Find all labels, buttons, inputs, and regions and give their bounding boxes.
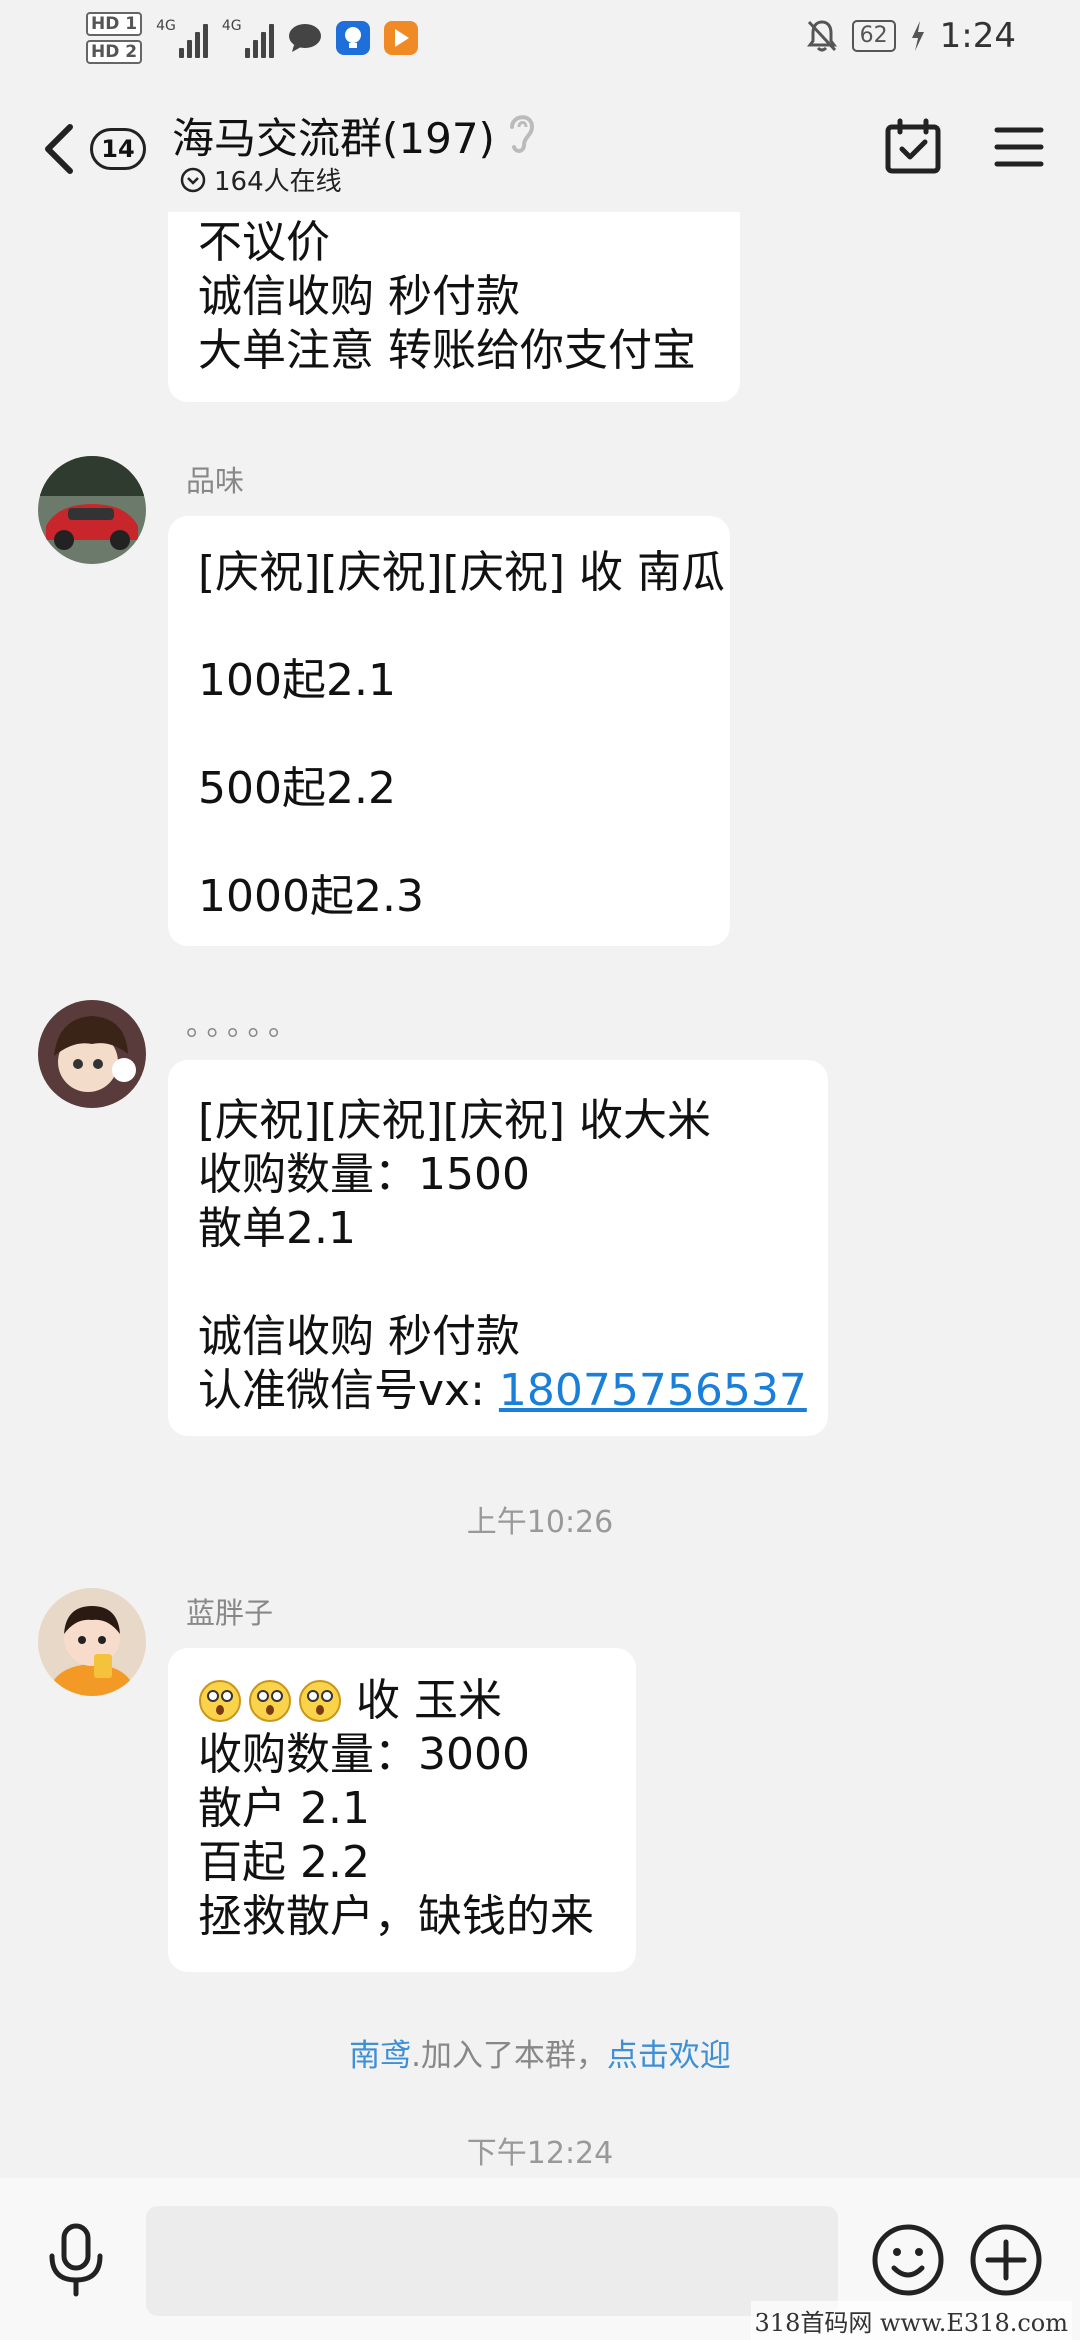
message-line: 诚信收购 秒付款 xyxy=(198,1311,520,1362)
message-line: 散户 2.1 xyxy=(198,1783,370,1834)
message-line: 大单注意 转账给你支付宝 xyxy=(198,325,696,376)
message-text: 收 玉米 xyxy=(356,1675,502,1726)
status-right: 62 1:24 xyxy=(806,16,1016,56)
message-line: [庆祝][庆祝][庆祝] 收 南瓜 xyxy=(198,547,725,598)
mute-bell-icon xyxy=(806,20,837,52)
message-line: 500起2.2 xyxy=(198,763,396,814)
time-label: 下午12:24 xyxy=(466,2136,614,2171)
charging-icon xyxy=(911,21,924,51)
welcome-link[interactable]: 点击欢迎 xyxy=(607,2038,731,2074)
message-bubble[interactable]: [庆祝][庆祝][庆祝] 收 南瓜 100起2.1 500起2.2 1000起2… xyxy=(168,516,730,946)
message-line: 100起2.1 xyxy=(198,655,396,706)
message-bubble[interactable]: [庆祝][庆祝][庆祝] 收大米 收购数量：1500 散单2.1 诚信收购 秒付… xyxy=(168,1060,828,1436)
surprised-emoji-icon xyxy=(199,1680,241,1722)
clock: 1:24 xyxy=(939,16,1016,56)
bulb-app-icon xyxy=(335,21,370,55)
network-type-2: 4G xyxy=(221,18,242,34)
status-bar: HD 1 HD 2 4G 4G 62 1:24 xyxy=(0,0,1080,80)
message-bubble[interactable]: 不议价 诚信收购 秒付款 大单注意 转账给你支付宝 xyxy=(168,212,740,402)
avatar[interactable] xyxy=(38,456,146,564)
signal-icon-2: 4G xyxy=(222,18,274,58)
avatar[interactable] xyxy=(38,1000,146,1108)
status-left: HD 1 HD 2 4G 4G xyxy=(86,12,418,64)
message-line: 1000起2.3 xyxy=(198,871,424,922)
sender-name: 。。。。。 xyxy=(186,1008,304,1042)
group-title[interactable]: 海马交流群(197) xyxy=(172,105,495,166)
microphone-icon[interactable] xyxy=(44,2222,108,2298)
message-line: 拯救散户，缺钱的来 xyxy=(198,1891,594,1942)
sender-name: 蓝胖子 xyxy=(186,1596,274,1630)
battery-level: 62 xyxy=(851,20,896,52)
network-type-1: 4G xyxy=(156,18,176,34)
message-line: 收购数量：3000 xyxy=(198,1729,530,1780)
ear-icon[interactable] xyxy=(502,107,542,157)
unread-count-badge[interactable]: 14 xyxy=(90,128,146,170)
online-status[interactable]: 164人在线 xyxy=(180,161,342,198)
avatar[interactable] xyxy=(38,1588,146,1696)
back-arrow-icon[interactable] xyxy=(36,119,80,179)
message-line: 不议价 xyxy=(198,217,330,268)
surprised-emoji-icon xyxy=(249,1680,291,1722)
message-bubble[interactable]: 收 玉米 收购数量：3000 散户 2.1 百起 2.2 拯救散户，缺钱的来 xyxy=(168,1648,636,1972)
plus-icon[interactable] xyxy=(968,2222,1044,2298)
system-join-message: 南鸢.加入了本群，点击欢迎 xyxy=(0,2030,1080,2075)
surprised-emoji-icon xyxy=(299,1680,341,1722)
online-count: 164人在线 xyxy=(214,167,342,197)
menu-icon[interactable] xyxy=(994,125,1044,169)
message-line: 百起 2.2 xyxy=(198,1837,370,1888)
signal-icon-1: 4G xyxy=(156,18,208,58)
chevron-down-circle-icon xyxy=(180,167,206,192)
hd-indicators: HD 1 HD 2 xyxy=(86,12,143,64)
chat-header: 14 海马交流群(197) 164人在线 xyxy=(0,85,1080,210)
message-line: 散单2.1 xyxy=(198,1203,356,1254)
message-input[interactable] xyxy=(146,2206,838,2316)
message-text: 认准微信号vx: xyxy=(198,1365,499,1416)
system-text: .加入了本群， xyxy=(411,2038,607,2074)
member-name-link[interactable]: 南鸢 xyxy=(349,2038,411,2074)
input-bar: 318首码网 www.E318.com xyxy=(0,2178,1080,2340)
hd2-badge: HD 2 xyxy=(86,40,143,64)
phone-number-link[interactable]: 18075756537 xyxy=(499,1365,807,1416)
message-line: 收购数量：1500 xyxy=(198,1149,530,1200)
chat-bubble-icon xyxy=(288,24,321,52)
play-app-icon xyxy=(383,21,418,55)
emoji-icon[interactable] xyxy=(870,2222,946,2298)
message-line: [庆祝][庆祝][庆祝] 收大米 xyxy=(198,1095,711,1146)
calendar-check-icon[interactable] xyxy=(884,118,942,176)
message-line: 收 玉米 xyxy=(198,1674,606,1728)
message-line: 认准微信号vx: 18075756537 xyxy=(198,1364,807,1418)
time-label: 上午10:26 xyxy=(466,1505,614,1540)
hd1-badge: HD 1 xyxy=(86,12,143,36)
message-line: 诚信收购 秒付款 xyxy=(198,271,520,322)
sender-name: 品味 xyxy=(186,464,245,498)
watermark: 318首码网 www.E318.com xyxy=(750,2301,1072,2340)
